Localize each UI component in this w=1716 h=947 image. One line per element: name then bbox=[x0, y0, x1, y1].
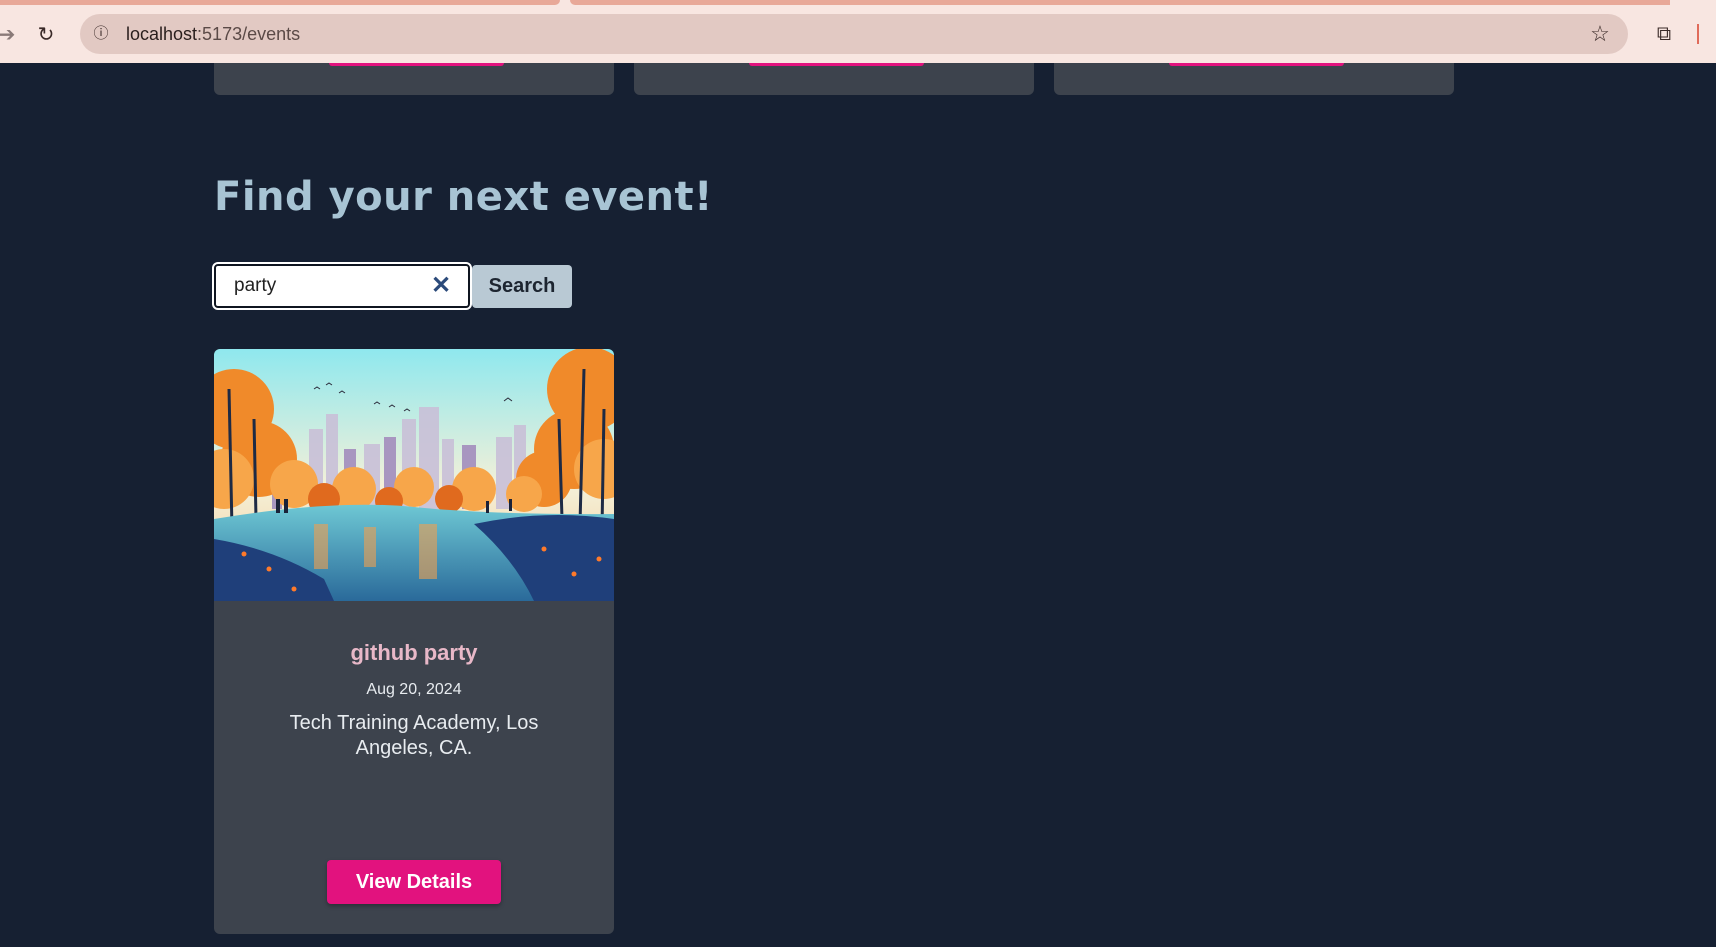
tab-strip-active bbox=[570, 0, 1670, 5]
tab-strip bbox=[0, 0, 560, 5]
details-button-partial[interactable] bbox=[329, 63, 504, 66]
close-icon[interactable]: ✕ bbox=[426, 271, 456, 301]
event-location: Tech Training Academy, Los Angeles, CA. bbox=[289, 712, 539, 759]
info-icon[interactable]: ⓘ bbox=[88, 21, 114, 47]
event-image bbox=[214, 349, 614, 601]
star-icon[interactable]: ☆ bbox=[1586, 20, 1614, 48]
event-card-partial bbox=[634, 63, 1034, 95]
address-bar[interactable]: ⓘ localhost:5173/events ☆ bbox=[80, 14, 1628, 54]
event-card-partial bbox=[214, 63, 614, 95]
forward-icon[interactable]: ➔ bbox=[0, 20, 22, 50]
url-text: localhost:5173/events bbox=[126, 14, 300, 54]
event-card-partial bbox=[1054, 63, 1454, 95]
details-button-partial[interactable] bbox=[749, 63, 924, 66]
menu-indicator bbox=[1697, 24, 1699, 44]
reload-icon[interactable]: ↻ bbox=[31, 20, 61, 50]
url-path: :5173/events bbox=[197, 24, 301, 44]
view-details-button[interactable]: View Details bbox=[327, 860, 501, 904]
event-date: Aug 20, 2024 bbox=[366, 681, 462, 698]
browser-toolbar: ➔ ↻ ⓘ localhost:5173/events ☆ ⧉ bbox=[0, 0, 1716, 63]
search-button[interactable]: Search bbox=[472, 265, 572, 308]
event-card: github party Aug 20, 2024 Tech Training … bbox=[214, 349, 614, 934]
puzzle-icon[interactable]: ⧉ bbox=[1650, 20, 1678, 48]
details-button-partial[interactable] bbox=[1169, 63, 1344, 66]
page-title: Find your next event! bbox=[214, 174, 713, 220]
url-host: localhost bbox=[126, 24, 198, 44]
event-title[interactable]: github party bbox=[214, 640, 614, 666]
